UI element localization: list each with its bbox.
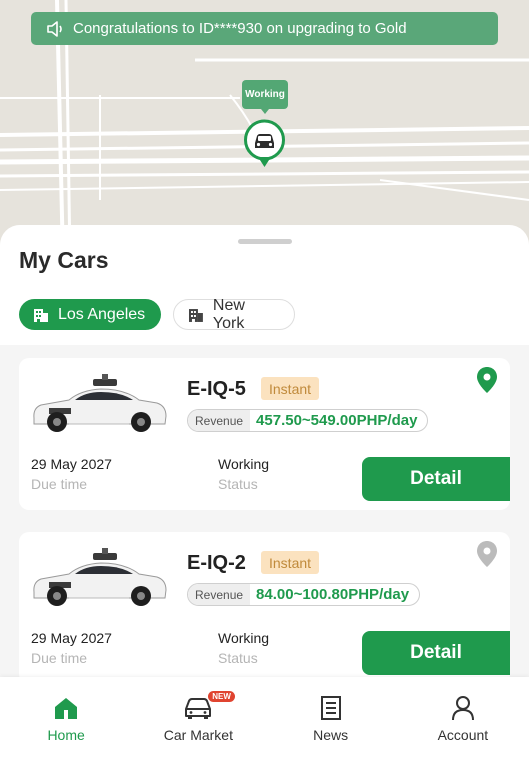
detail-button[interactable]: Detail: [362, 631, 510, 675]
car-image: [33, 548, 167, 606]
car-card[interactable]: E-IQ-2 Instant Revenue 84.00~100.80PHP/d…: [19, 532, 510, 684]
speaker-icon: [47, 20, 62, 37]
marker-status-label: Working: [242, 80, 288, 114]
building-icon: [188, 308, 203, 322]
revenue-value: 84.00~100.80PHP/day: [256, 586, 410, 603]
nav-news[interactable]: News: [265, 677, 397, 764]
due-date: 29 May 2027: [31, 630, 112, 646]
status-value: Working: [218, 456, 270, 472]
revenue-value: 457.50~549.00PHP/day: [256, 412, 418, 429]
news-icon: [320, 696, 341, 720]
car-location-marker[interactable]: [243, 119, 286, 169]
tab-los-angeles[interactable]: Los Angeles: [19, 299, 161, 330]
bottom-navigation: Home NEW Car Market News Account: [0, 677, 529, 764]
revenue-pill: Revenue 84.00~100.80PHP/day: [187, 583, 421, 606]
page-title: My Cars: [19, 247, 109, 273]
status-value: Working: [218, 630, 270, 646]
nav-home[interactable]: Home: [0, 677, 132, 764]
rental-type-badge: Instant: [261, 551, 320, 574]
status-field: Working Status: [218, 630, 269, 666]
rental-type-badge: Instant: [261, 377, 320, 400]
revenue-pill: Revenue 457.50~549.00PHP/day: [187, 409, 429, 432]
account-icon: [451, 696, 474, 721]
nav-label: Car Market: [163, 727, 233, 743]
tab-new-york[interactable]: New York: [173, 296, 295, 332]
nav-car-market[interactable]: NEW Car Market: [132, 677, 264, 764]
new-badge: NEW: [208, 691, 235, 702]
notice-banner[interactable]: Congratulations to ID****930 on upgradin…: [31, 12, 498, 45]
status-label: Status: [218, 476, 258, 492]
car-card[interactable]: E-IQ-5 Instant Revenue 457.50~549.00PHP/…: [19, 358, 510, 510]
nav-label: Home: [47, 727, 85, 743]
sheet-drag-handle[interactable]: [238, 239, 292, 244]
status-label: Status: [218, 650, 258, 666]
car-name: E-IQ-5: [187, 378, 246, 400]
due-label: Due time: [31, 650, 88, 666]
detail-button[interactable]: Detail: [362, 457, 510, 501]
car-icon: [255, 134, 274, 148]
nav-label: News: [313, 727, 349, 743]
nav-account[interactable]: Account: [397, 677, 529, 764]
tab-label: New York: [212, 296, 245, 332]
due-label: Due time: [31, 476, 88, 492]
car-name: E-IQ-2: [187, 552, 246, 574]
nav-label: Account: [437, 727, 489, 743]
status-field: Working Status: [218, 456, 269, 492]
due-time-field: 29 May 2027 Due time: [31, 456, 112, 492]
notice-text: Congratulations to ID****930 on upgradin…: [73, 20, 407, 37]
due-time-field: 29 May 2027 Due time: [31, 630, 112, 666]
tab-label: Los Angeles: [58, 305, 146, 323]
location-pin-icon[interactable]: [476, 540, 498, 568]
location-pin-icon[interactable]: [476, 366, 498, 394]
home-icon: [55, 698, 78, 719]
revenue-label: Revenue: [188, 584, 251, 605]
revenue-label: Revenue: [188, 410, 251, 431]
map-view[interactable]: Congratulations to ID****930 on upgradin…: [0, 0, 529, 260]
car-image: [33, 374, 167, 432]
due-date: 29 May 2027: [31, 456, 112, 472]
building-icon: [34, 308, 48, 322]
